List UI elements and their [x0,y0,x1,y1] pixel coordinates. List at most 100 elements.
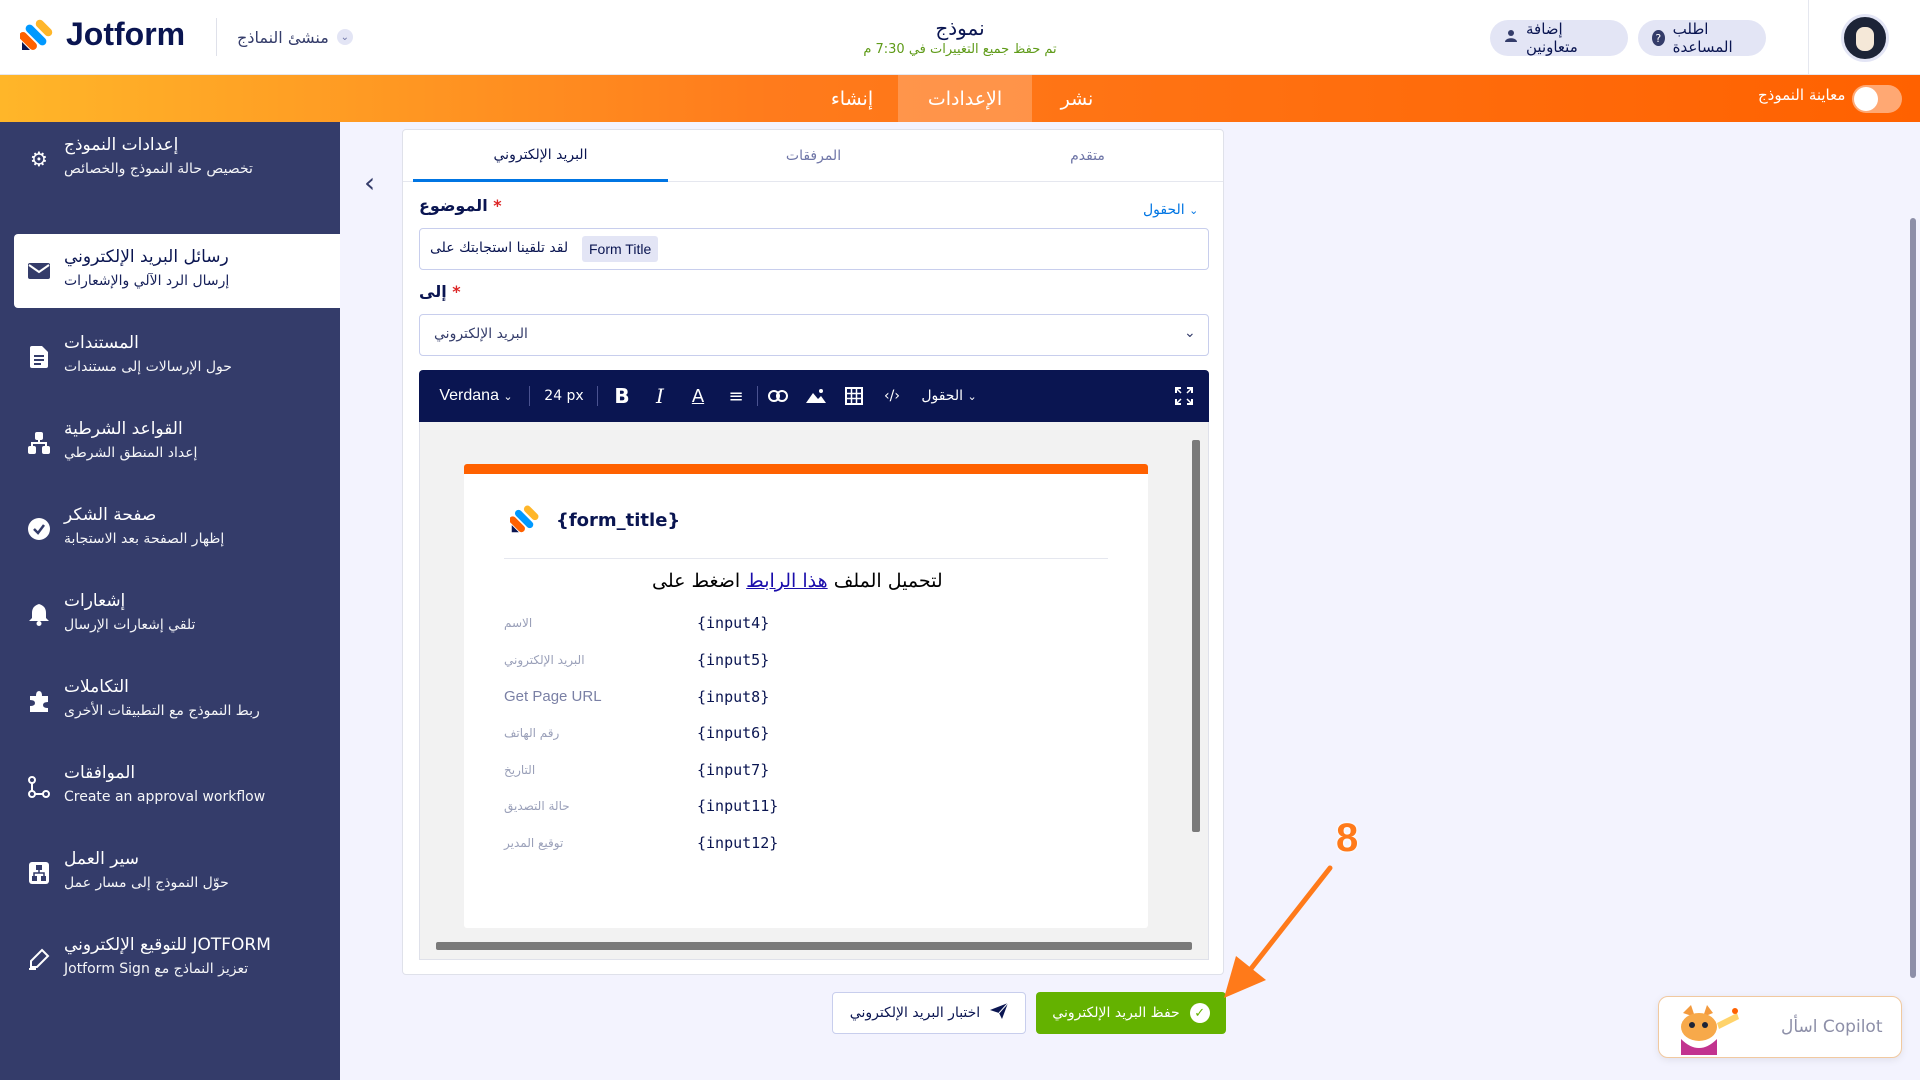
gear-icon: ⚙ [30,147,48,171]
test-email-button[interactable]: اختبار البريد الإلكتروني [832,992,1026,1034]
field-row-label: حالة التصديق [504,799,570,813]
sidebar-item-subtitle: تخصيص حالة النموذج والخصائص [64,161,253,177]
sidebar-item-title: رسائل البريد الإلكتروني [64,247,229,267]
sidebar-item-title: التكاملات [64,677,129,697]
account-menu[interactable] [1808,0,1920,75]
form-title-tag[interactable]: Form Title [582,236,659,262]
required-star: * [493,196,502,215]
email-subtabs: متقدم المرفقات البريد الإلكتروني [403,130,1223,182]
field-row-label: التاريخ [504,763,536,777]
align-icon[interactable]: ≡ [723,370,749,422]
editor-vertical-scrollbar[interactable] [1192,440,1200,832]
editor-horizontal-scrollbar[interactable] [436,942,1192,950]
copilot-button[interactable]: اسأل Copilot [1658,996,1902,1058]
get-help-button[interactable]: ? اطلب المساعدة [1638,20,1766,56]
save-email-button[interactable]: حفظ البريد الإلكتروني ✓ [1036,992,1226,1034]
bold-icon[interactable]: B [609,370,635,422]
sidebar-item-subtitle: حول الإرسالات إلى مستندات [64,359,232,375]
toolbar-divider [529,386,530,406]
instruction-prefix: اضغط على [652,570,741,592]
italic-icon[interactable]: I [647,370,673,422]
form-title[interactable]: نموذج [0,16,1920,40]
insert-fields-dropdown[interactable]: الحقول ⌄ [915,370,983,422]
sidebar-item-subtitle: إظهار الصفحة بعد الاستجابة [64,531,225,547]
fields-dropdown[interactable]: الحقول ⌄ [1143,202,1198,218]
field-row-value: {input12} [697,834,779,852]
to-select-value: البريد الإلكتروني [434,326,528,342]
check-circle-icon [26,516,52,542]
tab-publish[interactable]: نشر [1032,75,1122,122]
chevron-down-icon: ⌄ [503,390,513,403]
insert-fields-label: الحقول [921,388,963,404]
sidebar-item-subtitle: حوّل النموذج إلى مسار عمل [64,875,229,891]
sidebar-item-subtitle: إرسال الرد الآلي والإشعارات [64,273,230,289]
form-preview-toggle[interactable] [1852,85,1902,113]
field-row-value: {input8} [697,688,770,706]
sidebar-item-conditions[interactable]: القواعد الشرطية إعداد المنطق الشرطي [14,406,340,480]
download-instruction: لتحميل الملف هذا الرابط اضغط على [652,570,943,592]
email-editor[interactable]: {form_title} لتحميل الملف هذا الرابط اضغ… [419,422,1209,960]
subject-input[interactable]: لقد تلقينا استجابتك على Form Title [419,228,1209,270]
table-icon[interactable] [841,370,867,422]
signature-pen-icon [26,946,52,972]
tab-advanced[interactable]: متقدم [960,130,1215,182]
chevron-left-icon[interactable]: ‹ [364,166,375,199]
workflow-icon [26,860,52,886]
sidebar-item-integrations[interactable]: التكاملات ربط النموذج مع التطبيقات الأخر… [14,664,340,738]
sidebar-item-workflow[interactable]: سير العمل حوّل النموذج إلى مسار عمل [14,836,340,910]
link-icon[interactable] [765,370,791,422]
jotform-logo-icon [509,504,540,538]
save-status: تم حفظ جميع التغييرات في 7:30 م [863,42,1057,57]
fields-dropdown-label: الحقول [1143,202,1185,218]
sidebar-item-title: القواعد الشرطية [64,419,183,439]
to-label-text: إلى [419,282,447,301]
main-nav: إنشاء الإعدادات نشر معاينة النموذج [0,75,1920,122]
sidebar-item-subtitle: Create an approval workflow [64,789,266,805]
field-row-label: توقيع المدير [504,836,564,850]
tab-email[interactable]: البريد الإلكتروني [413,130,668,182]
sidebar-item-documents[interactable]: المستندات حول الإرسالات إلى مستندات [14,320,340,394]
text-color-icon[interactable]: A [685,370,711,422]
paper-plane-icon [990,1002,1009,1023]
sidebar-item-title: المستندات [64,333,139,353]
sidebar-item-title: إعدادات النموذج [64,135,179,155]
add-collaborators-label: إضافة متعاونين [1526,20,1578,56]
sidebar-item-thank-you-page[interactable]: صفحة الشكر إظهار الصفحة بعد الاستجابة [14,492,340,566]
sidebar-item-jotform-sign[interactable]: JOTFORM للتوقيع الإلكتروني تعزيز النماذج… [14,922,340,996]
step-number-badge: 8 [1336,816,1359,860]
tab-settings[interactable]: الإعدادات [898,75,1032,122]
chevron-down-icon: ⌄ [967,389,977,403]
code-view-icon[interactable]: ‹/› [879,370,905,422]
user-icon [1504,29,1518,47]
page-scrollbar[interactable] [1910,218,1916,978]
field-row-label: الاسم [504,616,533,630]
sidebar-item-form-settings[interactable]: ⚙ إعدادات النموذج تخصيص حالة النموذج وال… [14,122,340,196]
to-select[interactable]: البريد الإلكتروني ⌄ [419,314,1209,356]
get-help-label: اطلب المساعدة [1672,20,1733,56]
envelope-icon [26,258,52,284]
sidebar-item-emails[interactable]: رسائل البريد الإلكتروني إرسال الرد الآلي… [14,234,340,308]
subject-label: الموضوع * [419,196,502,215]
font-size-select[interactable]: 24 px [539,370,589,422]
sidebar-item-notifications[interactable]: إشعارات تلقي إشعارات الإرسال [14,578,340,652]
field-row-label: رقم الهاتف [504,726,560,740]
download-link[interactable]: هذا الرابط [746,570,827,592]
tab-attachments[interactable]: المرفقات [686,130,941,182]
image-icon[interactable] [803,370,829,422]
bell-icon [26,602,52,628]
sidebar-item-approvals[interactable]: الموافقات Create an approval workflow [14,750,340,824]
required-star: * [452,282,461,301]
top-bar: Jotform منشئ النماذج ⌄ نموذج تم حفظ جميع… [0,0,1920,75]
fullscreen-icon[interactable] [1171,370,1197,422]
puzzle-icon [26,688,52,714]
font-family-select[interactable]: Verdana ⌄ [433,370,519,422]
annotation-arrow-icon [1224,865,1333,998]
settings-sidebar: ⚙ إعدادات النموذج تخصيص حالة النموذج وال… [0,122,340,1080]
copilot-label: اسأل Copilot [1781,1017,1883,1037]
sidebar-item-subtitle: تلقي إشعارات الإرسال [64,617,196,633]
tab-build[interactable]: إنشاء [806,75,898,122]
toolbar-divider [597,386,598,406]
add-collaborators-button[interactable]: إضافة متعاونين [1490,20,1628,56]
chevron-down-icon: ⌄ [1184,325,1196,341]
test-email-label: اختبار البريد الإلكتروني [849,1005,981,1021]
